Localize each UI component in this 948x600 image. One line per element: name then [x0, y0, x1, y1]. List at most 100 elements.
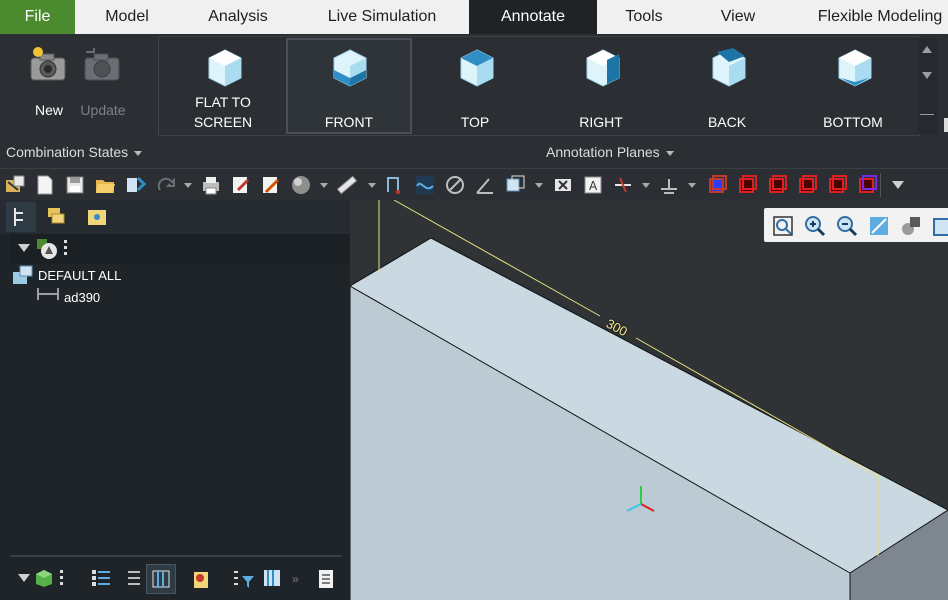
panel-bottom-toolbar: »	[0, 560, 350, 600]
tree-item-default-all[interactable]: DEFAULT ALL	[12, 264, 342, 286]
chevron-down-icon[interactable]	[688, 183, 696, 188]
tab-layers[interactable]	[46, 206, 68, 228]
chevron-down-icon[interactable]	[535, 183, 543, 188]
zoom-out-icon[interactable]	[836, 215, 858, 237]
tree-columns-icon[interactable]	[120, 568, 142, 590]
cube-right-icon	[586, 49, 620, 87]
settings-table-icon[interactable]	[262, 568, 284, 590]
update-button[interactable]: Update	[76, 42, 130, 128]
delete-x-icon[interactable]	[552, 174, 574, 196]
view-cube-icon[interactable]	[736, 174, 758, 196]
gallery-expand-icon[interactable]	[920, 114, 934, 131]
text-note-icon[interactable]: A	[582, 174, 604, 196]
cube-top-icon	[460, 49, 494, 87]
tab-tools[interactable]: Tools	[608, 0, 680, 34]
save-icon[interactable]	[64, 174, 86, 196]
collapse-arrows-icon[interactable]: »	[292, 572, 299, 586]
redo-icon[interactable]	[156, 174, 178, 196]
tab-live-simulation[interactable]: Live Simulation	[306, 0, 458, 34]
front-label: FRONT	[324, 114, 374, 130]
chevron-down-icon	[665, 150, 674, 156]
tab-annotate[interactable]: Annotate	[469, 0, 597, 34]
flat-to-screen-line2: SCREEN	[193, 114, 253, 130]
print-icon[interactable]	[200, 174, 222, 196]
right-button[interactable]: RIGHT	[538, 38, 664, 134]
annotation-state-icon[interactable]	[36, 238, 58, 260]
angle-icon[interactable]	[474, 174, 496, 196]
combination-states-dropdown[interactable]: Combination States	[6, 144, 143, 164]
repaint-view-icon[interactable]	[868, 215, 890, 237]
top-label: TOP	[460, 114, 490, 130]
chevron-down-icon[interactable]	[642, 183, 650, 188]
cube-front-icon	[333, 49, 367, 87]
list-view-icon[interactable]	[90, 568, 112, 590]
window-layout-icon[interactable]	[504, 174, 526, 196]
toolbar-overflow-icon[interactable]	[892, 181, 904, 189]
bottom-label: BOTTOM	[823, 114, 883, 130]
tab-flexible-modeling[interactable]: Flexible Modeling	[800, 0, 948, 34]
datum-target-icon[interactable]	[658, 174, 680, 196]
graphics-toolbar: A	[0, 168, 948, 201]
front-button[interactable]: FRONT	[286, 38, 412, 134]
cube-back-icon	[712, 48, 746, 87]
tab-file[interactable]: File	[0, 0, 75, 34]
flat-to-screen-button[interactable]: FLAT TO SCREEN	[160, 38, 286, 134]
bottom-button[interactable]: BOTTOM	[790, 38, 916, 134]
dimension-icon[interactable]	[612, 174, 634, 196]
edit-definition-icon[interactable]	[260, 174, 282, 196]
chevron-down-icon[interactable]	[184, 183, 192, 188]
tab-view[interactable]: View	[698, 0, 778, 34]
graphics-viewport[interactable]: 300	[350, 200, 948, 600]
open-folder-icon[interactable]	[94, 174, 116, 196]
chevron-down-icon[interactable]	[320, 183, 328, 188]
camera-update-icon	[84, 48, 120, 81]
zoom-in-icon[interactable]	[804, 215, 826, 237]
show-dropdown-icon[interactable]	[18, 574, 30, 582]
more-options-icon[interactable]	[64, 240, 68, 258]
tree-item-ad390[interactable]: ad390	[36, 286, 336, 308]
green-cube-icon[interactable]	[34, 568, 54, 588]
regenerate-icon[interactable]	[124, 174, 146, 196]
combination-states-group: New Update Combination States	[0, 34, 156, 168]
edit-notes-icon[interactable]	[230, 174, 252, 196]
view-cube-icon[interactable]	[796, 174, 818, 196]
tab-folder-browser[interactable]	[86, 206, 108, 228]
chevron-down-icon[interactable]	[368, 183, 376, 188]
checklist-icon[interactable]	[316, 568, 338, 590]
measure-ruler-icon[interactable]	[336, 174, 358, 196]
view-cube-blue-icon[interactable]	[706, 174, 728, 196]
display-style-icon[interactable]	[900, 215, 922, 237]
new-file-icon[interactable]	[34, 174, 56, 196]
tab-model-tree[interactable]	[6, 202, 36, 232]
sphere-appearance-icon[interactable]	[290, 174, 312, 196]
dimension-feature-icon	[37, 288, 59, 300]
filter-icon[interactable]	[232, 568, 256, 590]
model-geometry	[350, 200, 948, 600]
back-button[interactable]: BACK	[664, 38, 790, 134]
tab-analysis[interactable]: Analysis	[186, 0, 290, 34]
detail-view-button[interactable]	[146, 564, 176, 594]
more-options-icon[interactable]	[60, 570, 64, 588]
annotation-planes-dropdown[interactable]: Annotation Planes	[546, 144, 674, 164]
view-cube-icon[interactable]	[856, 174, 878, 196]
annotation-planes-label: Annotation Planes	[546, 144, 660, 160]
new-button[interactable]: New	[24, 42, 74, 128]
show-hidden-icon[interactable]	[190, 568, 212, 590]
scroll-down-icon[interactable]	[922, 72, 932, 79]
tree-filter-dropdown-icon[interactable]	[18, 244, 30, 252]
tab-model[interactable]: Model	[80, 0, 174, 34]
repaint-icon[interactable]	[4, 174, 26, 196]
saved-views-icon[interactable]	[930, 215, 948, 237]
no-hide-icon[interactable]	[444, 174, 466, 196]
datum-icon[interactable]	[384, 174, 406, 196]
svg-text:A: A	[589, 179, 598, 193]
cube-bottom-icon	[838, 49, 872, 87]
curve-analysis-icon[interactable]	[414, 174, 436, 196]
folder-browser-icon	[88, 210, 106, 225]
view-cube-icon[interactable]	[766, 174, 788, 196]
view-cube-icon[interactable]	[826, 174, 848, 196]
scroll-up-icon[interactable]	[922, 46, 932, 53]
refit-icon[interactable]	[772, 215, 794, 237]
top-button[interactable]: TOP	[412, 38, 538, 134]
toolbar-divider	[880, 173, 881, 197]
